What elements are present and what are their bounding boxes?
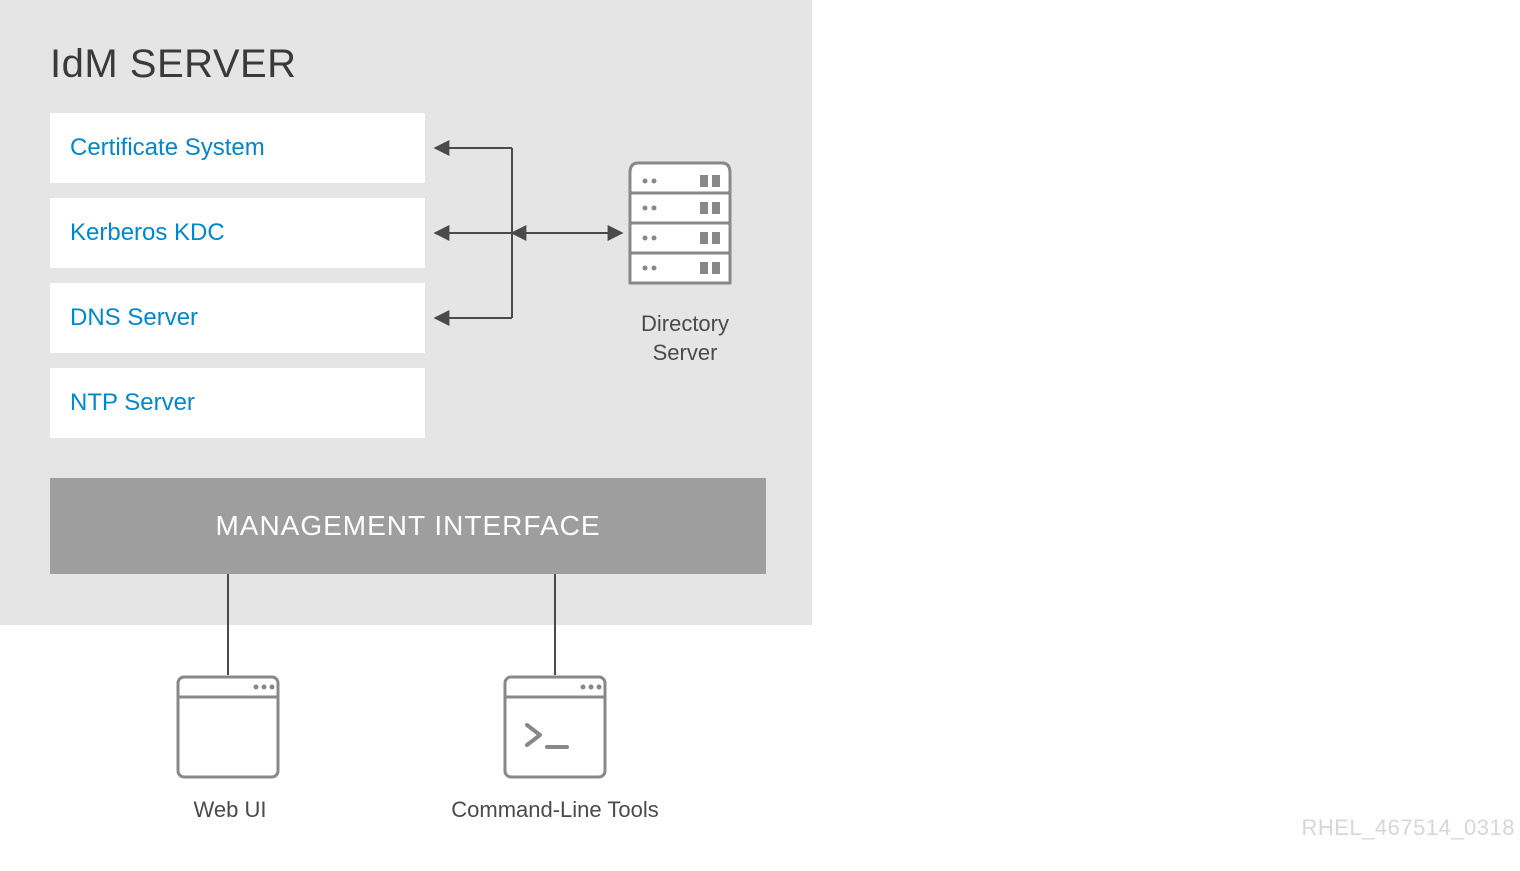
service-label: NTP Server	[70, 389, 195, 417]
cli-icon	[505, 677, 605, 777]
service-kerberos-kdc: Kerberos KDC	[50, 198, 425, 268]
diagram-title: IdM SERVER	[50, 42, 297, 87]
service-label: DNS Server	[70, 304, 198, 332]
service-label: Kerberos KDC	[70, 219, 225, 247]
service-label: Certificate System	[70, 134, 265, 162]
directory-server-label: Directory Server	[620, 310, 750, 367]
web-ui-label: Web UI	[150, 797, 310, 823]
service-certificate-system: Certificate System	[50, 113, 425, 183]
cli-label: Command-Line Tools	[440, 797, 670, 823]
footer-reference-id: RHEL_467514_0318	[1301, 815, 1515, 841]
service-ntp-server: NTP Server	[50, 368, 425, 438]
service-dns-server: DNS Server	[50, 283, 425, 353]
management-interface-bar: MANAGEMENT INTERFACE	[50, 478, 766, 574]
web-ui-icon	[178, 677, 278, 777]
management-label: MANAGEMENT INTERFACE	[215, 510, 600, 542]
